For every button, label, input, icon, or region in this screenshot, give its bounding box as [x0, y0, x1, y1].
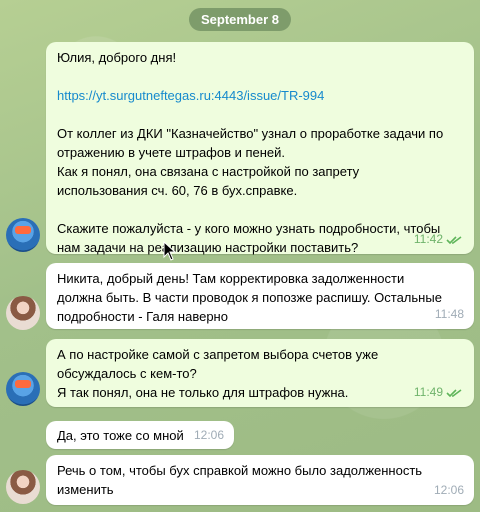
message-text: отражению в учете штрафов и пеней. — [57, 145, 286, 160]
read-checkmarks-icon — [446, 235, 462, 244]
message-meta: 12:06 — [194, 426, 224, 445]
message-text: подробности - Галя наверно — [57, 309, 228, 324]
message-bubble-outgoing[interactable]: Юлия, доброго дня! https://yt.surgutneft… — [46, 42, 474, 255]
message-time: 11:42 — [413, 232, 443, 246]
message-time: 12:06 — [193, 428, 224, 442]
message-text: изменить — [57, 482, 114, 497]
message-text: От коллег из ДКИ "Казначейство" узнал о … — [57, 126, 444, 141]
message-text: нам задачи на реализацию настройки поста… — [57, 240, 359, 255]
message-text: использования сч. 60, 76 в бух.справке. — [57, 183, 298, 198]
message-bubble-incoming[interactable]: Речь о том, чтобы бух справкой можно был… — [46, 455, 474, 505]
read-checkmarks-icon — [446, 388, 462, 397]
date-separator: September 8 — [188, 8, 292, 31]
mouse-cursor-icon — [163, 241, 177, 261]
message-text: Юлия, доброго дня! — [57, 50, 177, 65]
avatar[interactable] — [6, 296, 40, 330]
message-text: Скажите пожалуйста - у кого можно узнать… — [57, 221, 441, 236]
message-text: Как я понял, она связана с настройкой по… — [57, 164, 360, 179]
message-text: Я так понял, она не только для штрафов н… — [57, 385, 349, 400]
message-text: Никита, добрый день! Там корректировка з… — [57, 271, 405, 286]
message-text: Речь о том, чтобы бух справкой можно был… — [57, 463, 423, 478]
message-time: 12:06 — [433, 483, 464, 497]
message-text: А по настройке самой с запретом выбора с… — [57, 347, 379, 362]
message-time: 11:49 — [413, 385, 443, 399]
avatar[interactable] — [6, 372, 40, 406]
message-meta: 11:42 — [414, 230, 464, 249]
message-time: 11:48 — [434, 307, 464, 321]
message-meta: 12:06 — [434, 481, 464, 500]
message-meta: 11:49 — [414, 383, 464, 402]
message-text: должна быть. В части проводок я попозже … — [57, 290, 442, 305]
message-bubble-incoming[interactable]: Да, это тоже со мной 12:06 — [46, 421, 234, 449]
message-link[interactable]: https://yt.surgutneftegas.ru:4443/issue/… — [57, 86, 464, 105]
avatar[interactable] — [6, 218, 40, 252]
message-meta: 11:48 — [435, 305, 464, 324]
message-bubble-outgoing[interactable]: А по настройке самой с запретом выбора с… — [46, 339, 474, 407]
message-bubble-incoming[interactable]: Никита, добрый день! Там корректировка з… — [46, 263, 474, 329]
message-text: обсуждалось с кем-то? — [57, 366, 197, 381]
avatar[interactable] — [6, 470, 40, 504]
